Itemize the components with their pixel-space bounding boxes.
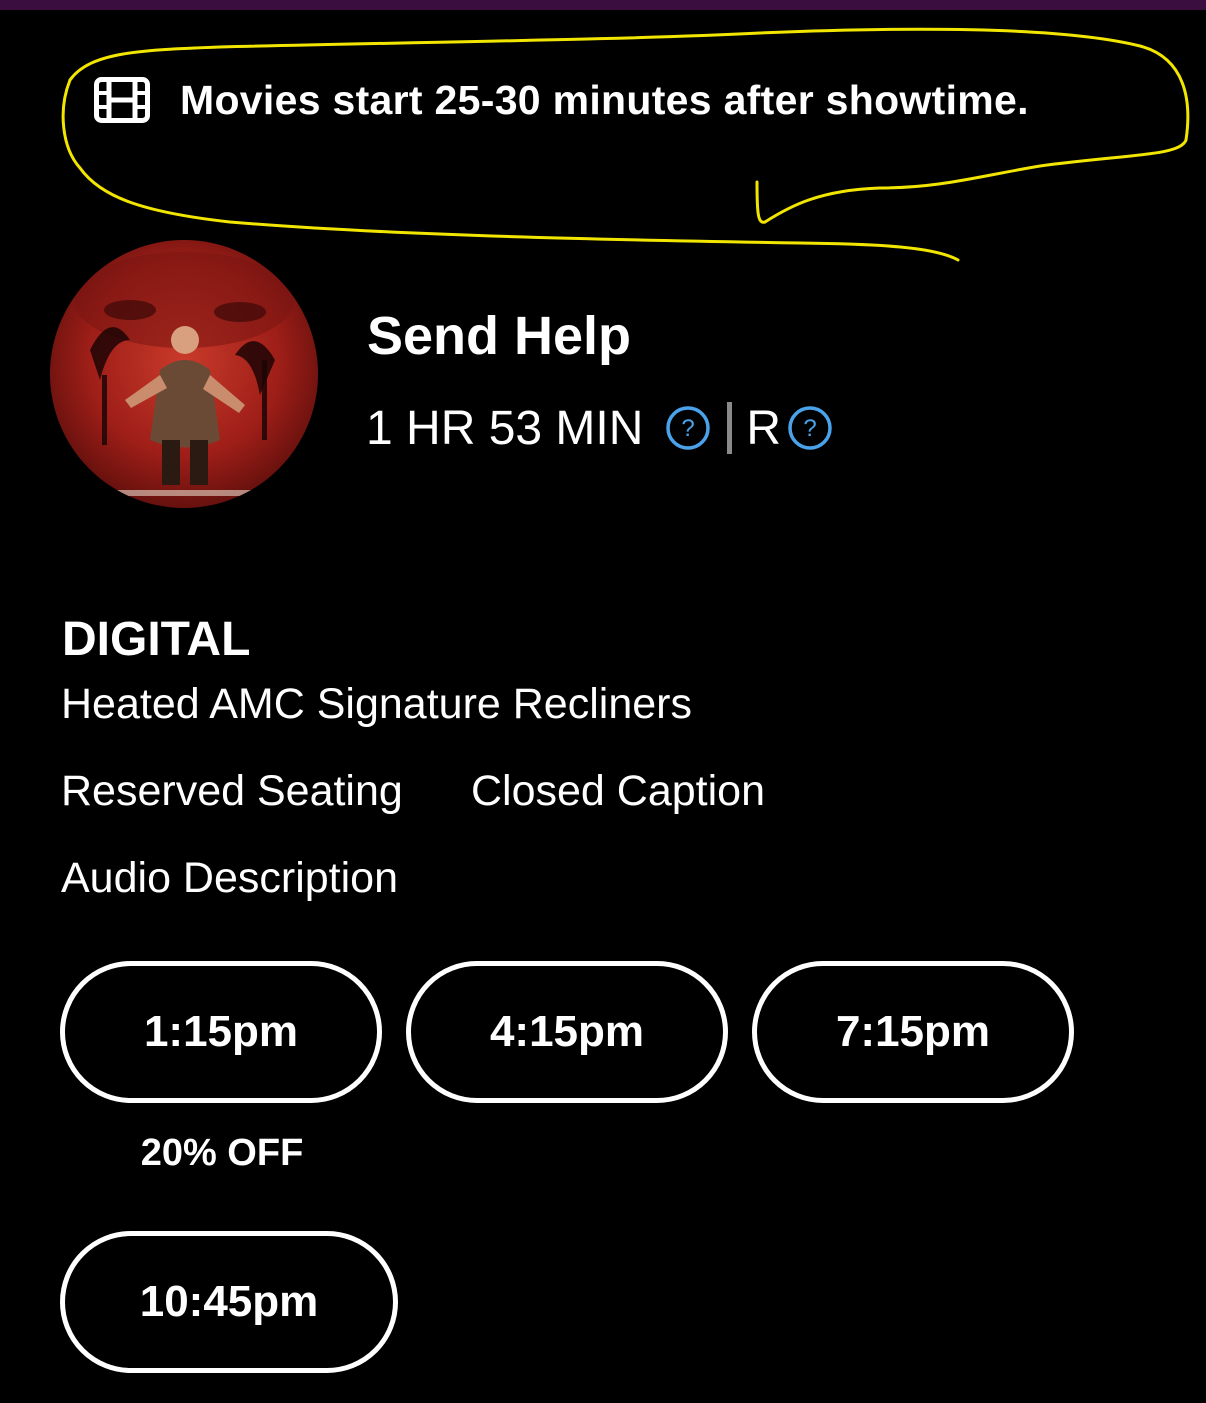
showtime-button-2[interactable]: 4:15pm	[406, 961, 728, 1103]
runtime-help-icon[interactable]: ?	[665, 405, 711, 451]
svg-text:?: ?	[803, 415, 816, 442]
showtime-notice: Movies start 25-30 minutes after showtim…	[94, 74, 1029, 126]
discount-badge: 20% OFF	[140, 1132, 304, 1174]
showtime-button-3[interactable]: 7:15pm	[752, 961, 1074, 1103]
highlight-annotation	[61, 27, 1190, 262]
amenity-audio-description: Audio Description	[61, 854, 399, 902]
film-icon	[94, 77, 150, 123]
notice-text: Movies start 25-30 minutes after showtim…	[180, 76, 1029, 123]
rating-help-icon[interactable]: ?	[787, 405, 833, 451]
movie-poster[interactable]	[50, 240, 318, 508]
runtime: 1 HR 53 MIN	[366, 401, 644, 455]
showtime-button-4[interactable]: 10:45pm	[60, 1231, 398, 1373]
movie-meta: 1 HR 53 MIN ? R ?	[366, 398, 833, 458]
format-title: DIGITAL	[62, 613, 251, 666]
top-bar	[0, 0, 1206, 10]
svg-text:?: ?	[682, 415, 695, 442]
amenity-reserved-seating: Reserved Seating	[61, 767, 403, 815]
rating: R	[746, 401, 782, 455]
divider	[727, 402, 733, 454]
showtime-button-1[interactable]: 1:15pm	[60, 961, 382, 1103]
amenity-closed-caption: Closed Caption	[471, 767, 766, 815]
movie-title[interactable]: Send Help	[367, 305, 631, 367]
amenity-recliners: Heated AMC Signature Recliners	[61, 680, 692, 728]
